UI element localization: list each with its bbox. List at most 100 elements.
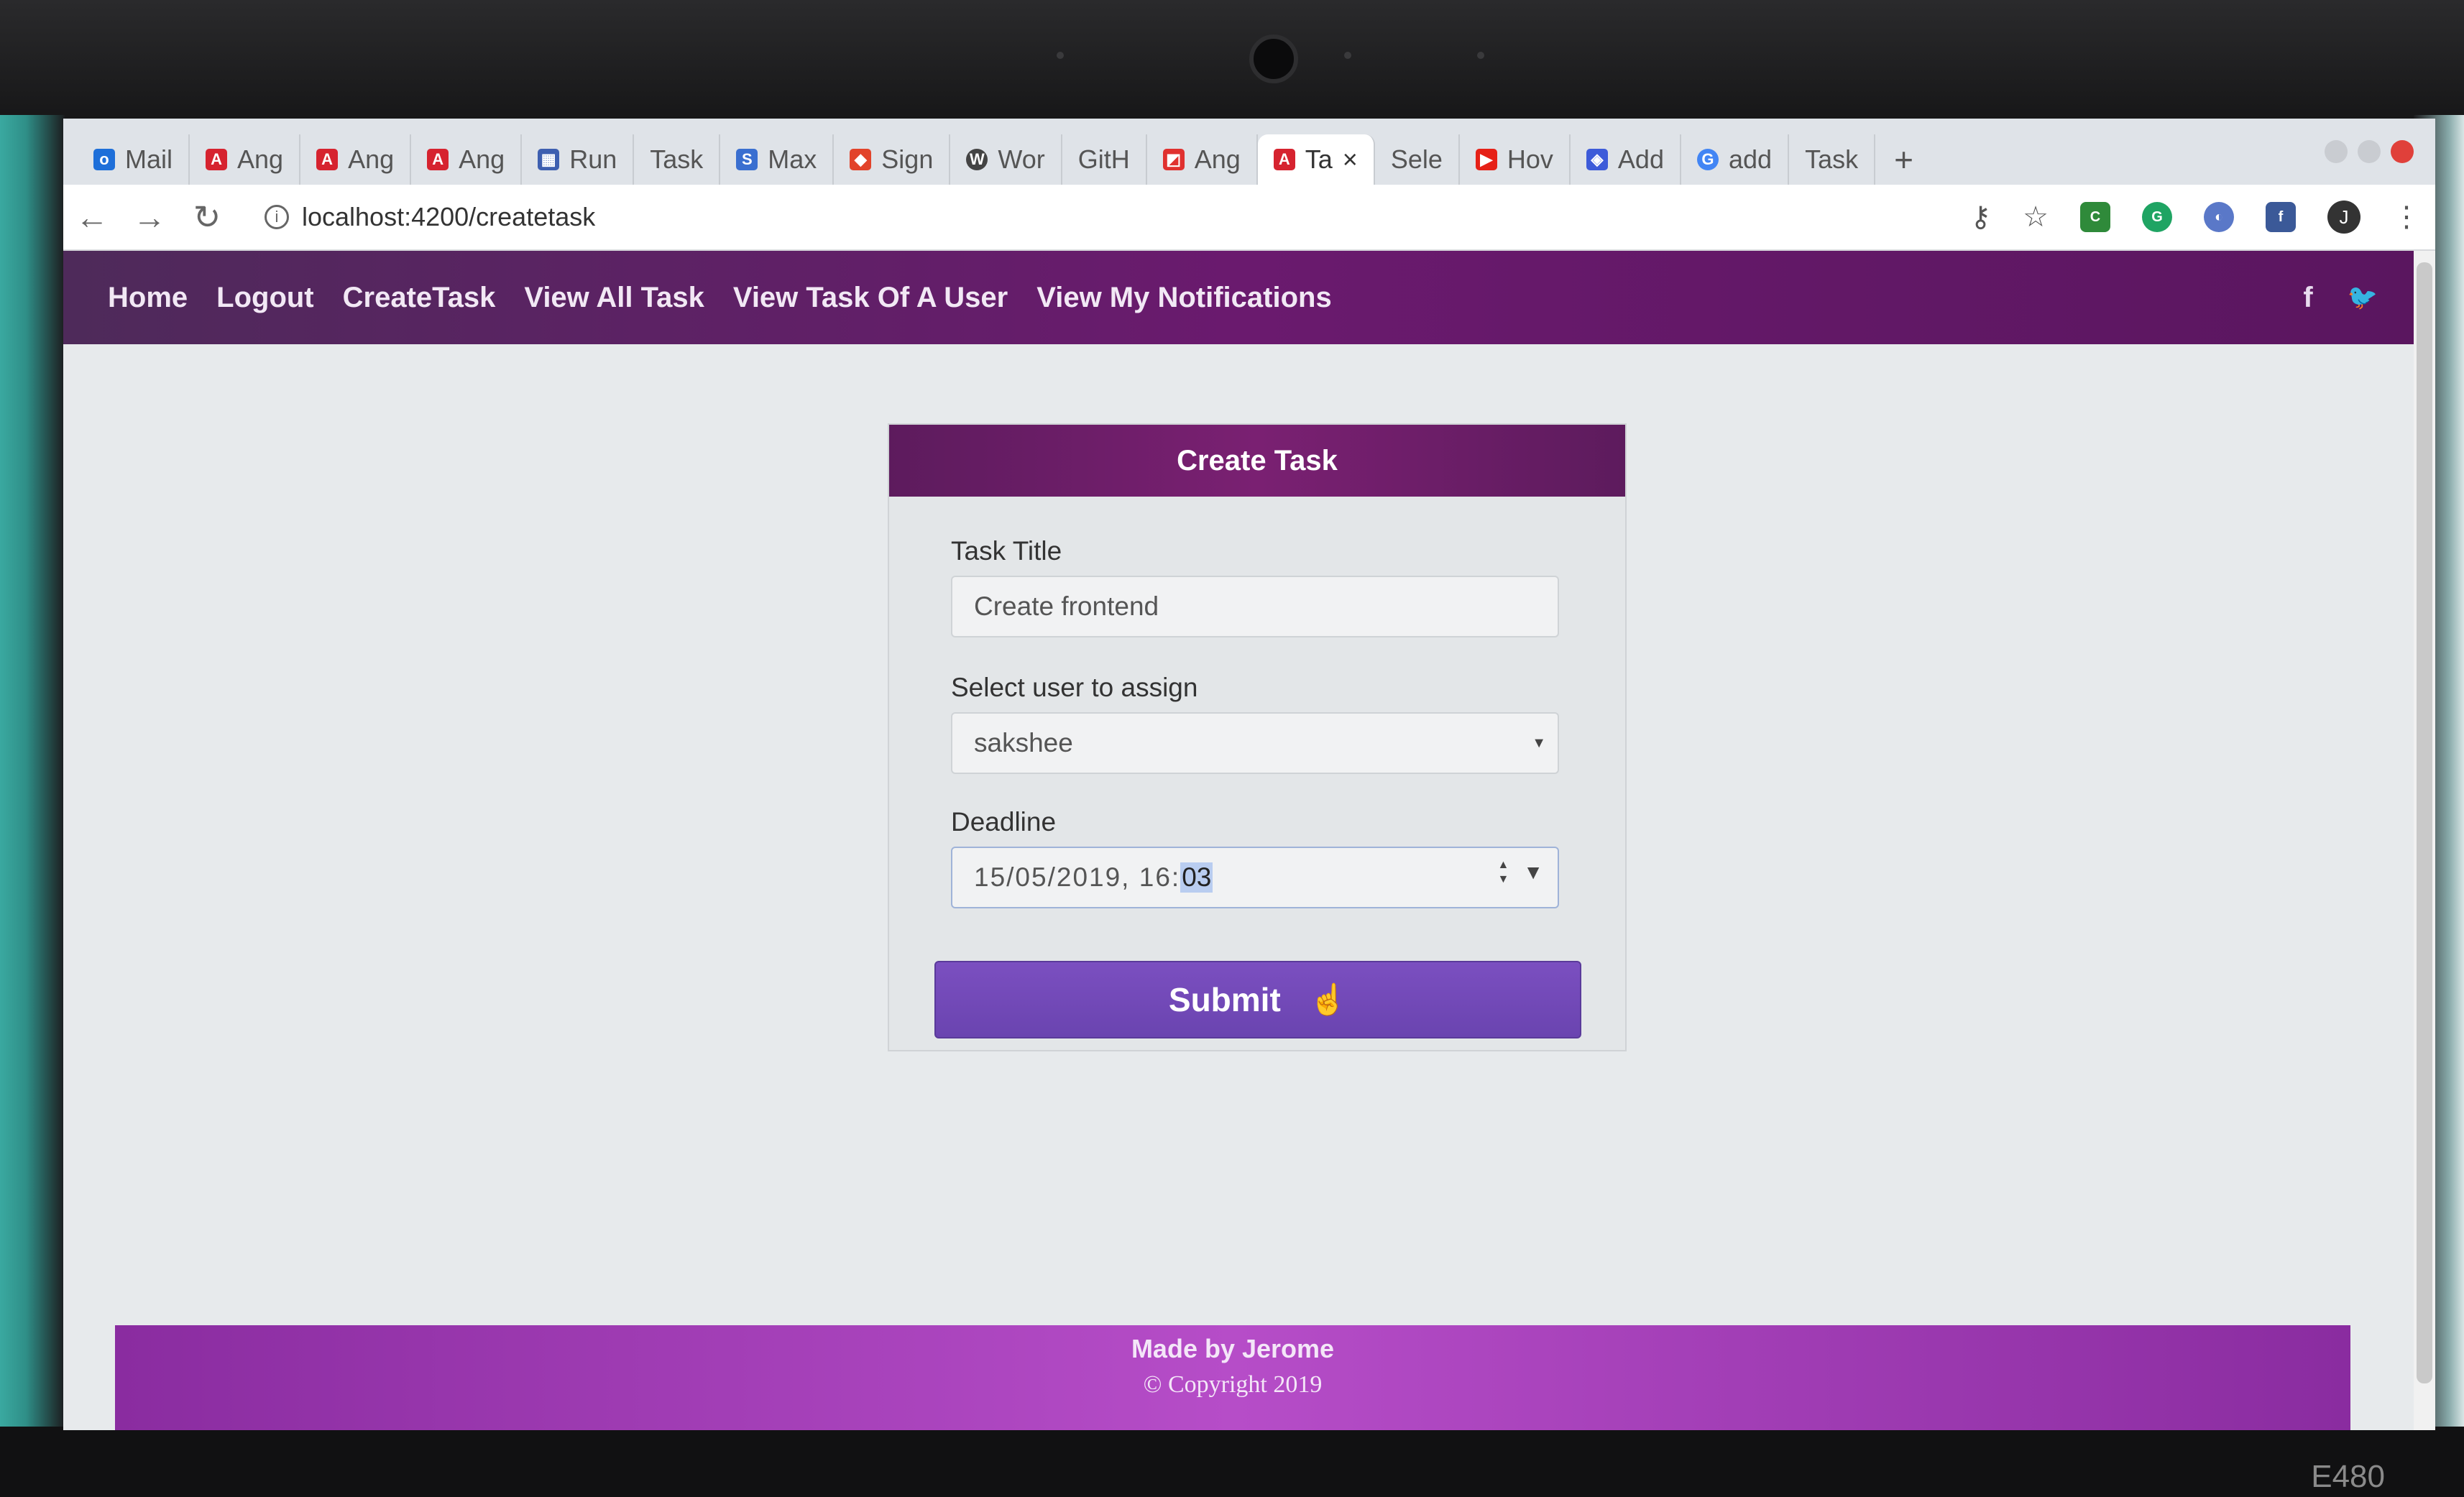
facebook-extension-icon[interactable]: f <box>2266 202 2296 232</box>
menu-icon[interactable]: ⋮ <box>2392 201 2421 234</box>
app-navbar: Home Logout CreateTask View All Task Vie… <box>63 251 2414 344</box>
close-window-button[interactable] <box>2391 140 2414 163</box>
deadline-controls: ▲ ▼ ▼ <box>1497 858 1543 887</box>
hand-cursor-icon: ☝ <box>1309 982 1348 1016</box>
reload-icon[interactable]: ↻ <box>178 198 236 236</box>
footer-made-by: Made by Jerome <box>1131 1334 1335 1363</box>
angular-icon: A <box>427 149 449 170</box>
angular-icon: A <box>1273 149 1295 170</box>
laptop-bezel-top <box>0 0 2464 126</box>
tab-label: Ang <box>459 144 505 174</box>
angular-icon: A <box>316 149 339 170</box>
tab-label: Run <box>569 144 617 174</box>
extension-icon[interactable]: ◐ <box>2204 202 2234 232</box>
google-icon: G <box>1696 149 1719 170</box>
browser-toolbar: ← → ↻ i localhost:4200/createtask ⚷ ☆ C … <box>63 185 2435 251</box>
forward-icon[interactable]: → <box>121 198 178 236</box>
tab-label: Sele <box>1390 144 1443 174</box>
calendar-dropdown-icon[interactable]: ▼ <box>1523 861 1543 884</box>
tab-label: Mail <box>125 144 173 174</box>
browser-tab[interactable]: W Wor <box>950 134 1062 185</box>
nav-logout[interactable]: Logout <box>216 282 314 314</box>
tab-label: GitH <box>1077 144 1130 174</box>
app-footer: Made by Jerome © Copyright 2019 <box>115 1325 2350 1430</box>
app-viewport: Home Logout CreateTask View All Task Vie… <box>63 251 2414 1430</box>
tab-label: Max <box>768 144 817 174</box>
browser-tab[interactable]: A Ang <box>411 134 523 185</box>
browser-tab[interactable]: S Max <box>720 134 835 185</box>
tab-label: Ang <box>1194 144 1241 174</box>
bookmark-icon: ◩ <box>1162 149 1185 170</box>
window-controls <box>2325 140 2414 163</box>
browser-tab[interactable]: Gadd <box>1681 134 1790 185</box>
browser-tab[interactable]: o Mail <box>78 134 190 185</box>
grammarly-extension-icon[interactable]: G <box>2142 202 2172 232</box>
browser-tab[interactable]: A Ang <box>300 134 412 185</box>
browser-tab-active[interactable]: A Ta × <box>1257 134 1375 185</box>
browser-tab[interactable]: ◈ Add <box>1571 134 1681 185</box>
tab-label: Sign <box>881 144 934 174</box>
gitlab-icon: ◆ <box>850 149 872 170</box>
browser-tab[interactable]: Task <box>634 134 721 185</box>
spinner-icon[interactable]: ▲ ▼ <box>1497 858 1509 887</box>
info-icon[interactable]: i <box>265 205 289 229</box>
back-icon[interactable]: ← <box>63 198 121 236</box>
profile-avatar[interactable]: J <box>2327 201 2360 234</box>
browser-tab[interactable]: GitH <box>1062 134 1147 185</box>
sensor-dot <box>1477 52 1484 59</box>
url-text[interactable]: localhost:4200/createtask <box>302 202 595 232</box>
key-icon[interactable]: ⚷ <box>1970 201 1991 234</box>
submit-button[interactable]: Submit ☝ <box>934 961 1581 1038</box>
assign-user-label: Select user to assign <box>951 673 1198 702</box>
browser-tab[interactable]: ◩ Ang <box>1147 134 1258 185</box>
sensor-dot <box>1057 52 1064 59</box>
nav-view-notifications[interactable]: View My Notifications <box>1036 282 1331 314</box>
deadline-minutes-segment[interactable]: 03 <box>1180 862 1213 893</box>
deadline-date-text: 15/05/2019, 16: <box>974 862 1181 892</box>
task-title-label: Task Title <box>951 536 1062 566</box>
browser-tab[interactable]: Task <box>1789 134 1876 185</box>
nav-home[interactable]: Home <box>108 282 188 314</box>
close-icon[interactable]: × <box>1343 144 1358 175</box>
twitter-icon[interactable]: 🐦 <box>2348 283 2378 312</box>
tab-label: Ta <box>1305 144 1333 174</box>
browser-tab[interactable]: ▦ Run <box>522 134 635 185</box>
social-links: f 🐦 <box>2303 251 2378 344</box>
scrollbar-thumb[interactable] <box>2417 262 2432 1383</box>
tab-label: add <box>1728 144 1773 174</box>
tab-label: Task <box>1805 144 1859 174</box>
youtube-icon: ▶ <box>1475 149 1497 170</box>
new-tab-button[interactable]: + <box>1875 134 1932 185</box>
tab-label: Ang <box>348 144 395 174</box>
nav-view-all-task[interactable]: View All Task <box>524 282 704 314</box>
background-left <box>0 115 65 1445</box>
star-icon[interactable]: ☆ <box>2023 201 2049 234</box>
browser-tab[interactable]: ◆ Sign <box>834 134 951 185</box>
task-title-input[interactable]: Create frontend <box>951 576 1559 637</box>
create-task-card: Create Task Task Title Create frontend S… <box>888 423 1627 1051</box>
screen: o Mail A Ang A Ang A Ang ▦ Run Task S Max ◆ Sig… <box>63 119 2435 1430</box>
task-title-value: Create frontend <box>974 591 1159 621</box>
minimize-button[interactable] <box>2325 140 2348 163</box>
submit-label: Submit <box>1168 981 1281 1018</box>
browser-tab[interactable]: ▶ Hov <box>1460 134 1571 185</box>
maximize-button[interactable] <box>2358 140 2381 163</box>
address-bar[interactable]: i localhost:4200/createtask <box>250 195 1975 239</box>
deadline-input[interactable]: 15/05/2019, 16: 03 ▲ ▼ ▼ <box>951 847 1559 908</box>
tab-label: Hov <box>1507 144 1553 174</box>
extension-icon: ◈ <box>1586 149 1608 170</box>
nav-create-task[interactable]: CreateTask <box>343 282 496 314</box>
skype-icon: S <box>736 149 758 170</box>
cors-extension-icon[interactable]: C <box>2080 202 2110 232</box>
nav-view-task-of-user[interactable]: View Task Of A User <box>733 282 1008 314</box>
card-title: Create Task <box>889 425 1625 497</box>
toolbar-actions: ⚷ ☆ C G ◐ f J ⋮ <box>1970 185 2421 249</box>
browser-tab[interactable]: Sele <box>1375 134 1460 185</box>
assign-user-select[interactable]: sakshee ▼ <box>951 712 1559 774</box>
assign-user-value: sakshee <box>974 728 1073 757</box>
tab-label: Wor <box>998 144 1045 174</box>
deadline-label: Deadline <box>951 807 1057 837</box>
browser-tab[interactable]: A Ang <box>190 134 301 185</box>
facebook-icon[interactable]: f <box>2303 282 2312 314</box>
outlook-icon: o <box>93 149 115 170</box>
